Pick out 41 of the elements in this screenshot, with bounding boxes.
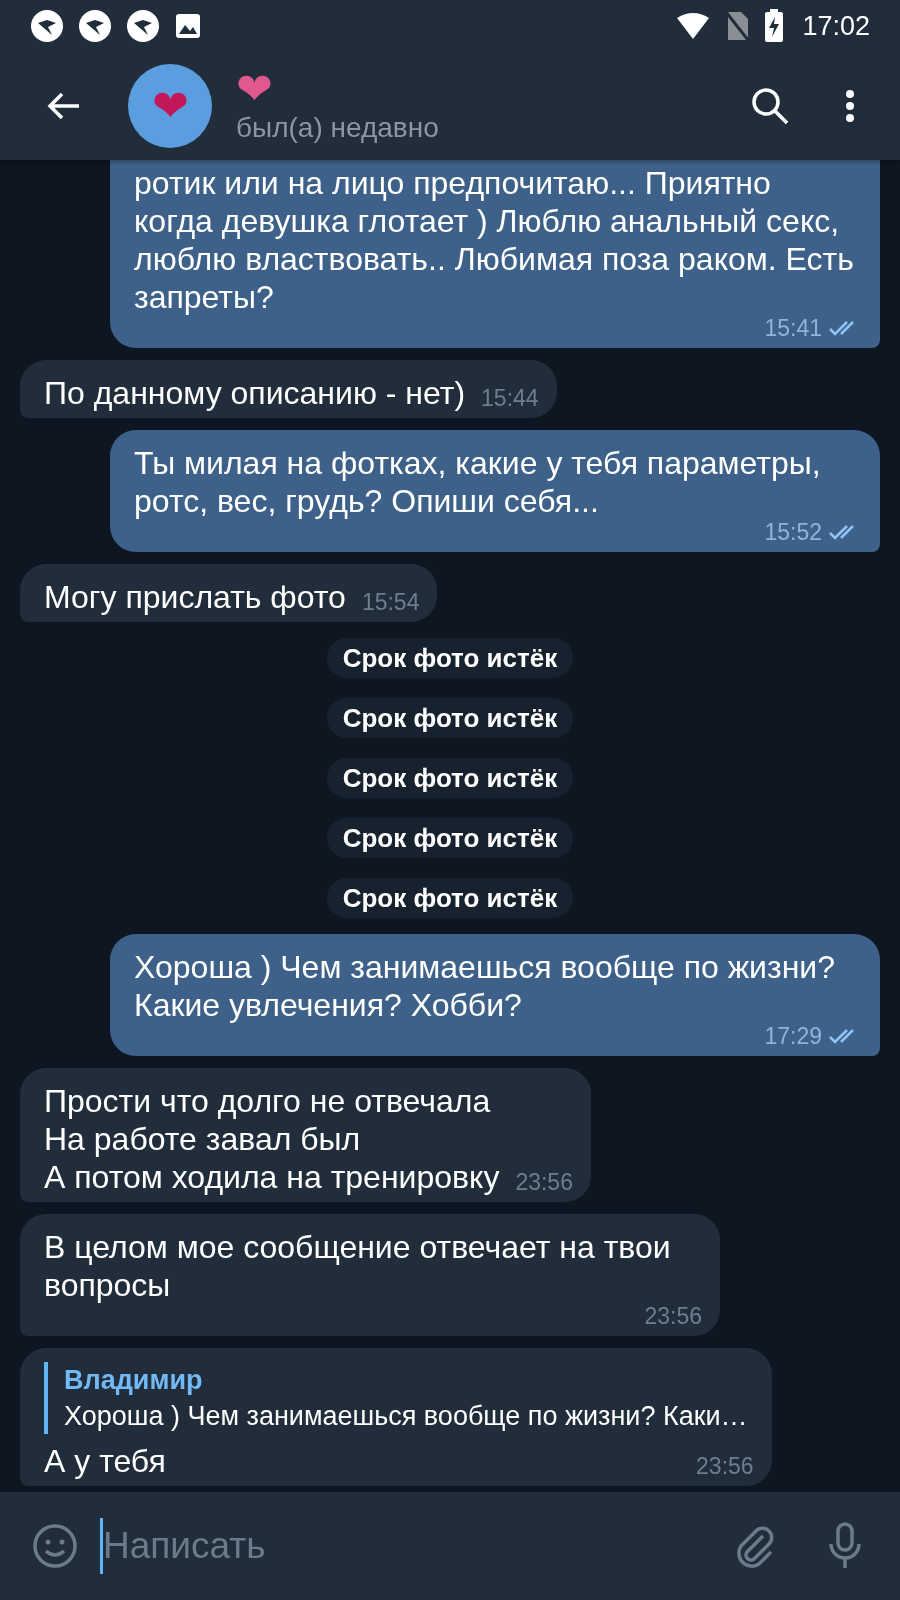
clock-time: 17:02 [802,9,870,43]
message-time: 15:44 [481,386,539,410]
app-icon [30,9,64,43]
wifi-icon [676,12,711,40]
service-message: Срок фото истёк [326,758,574,798]
reply-quote[interactable]: Владимир Хороша ) Чем занимаешься вообще по жизни? Каки… [44,1362,748,1434]
service-message: Срок фото истёк [326,818,574,858]
last-seen-status: был(а) недавно [236,111,440,145]
message-text: А у тебя [44,1442,166,1480]
microphone-icon [828,1522,862,1570]
message-composer[interactable]: Написать [0,1492,900,1600]
more-icon [845,89,855,123]
message-time: 23:56 [696,1454,754,1478]
message-time: 15:54 [361,590,420,614]
image-icon [174,12,202,40]
message-text: Прости что долго не отвечала На работе завал был А потом ходила на тренировку [44,1082,500,1196]
message-time: 15:52 [764,520,822,544]
app-icon [126,9,160,43]
message-text: Могу прислать фото [44,578,346,616]
message-text: Ты милая на фотках, какие у тебя параметры, ротс, вес, грудь? Опиши себя... [134,444,822,520]
message-time: 23:56 [515,1170,573,1194]
reply-author: Владимир [64,1364,204,1397]
message-time: 15:41 [764,316,822,340]
text-cursor [100,1518,103,1574]
battery-charging-icon [764,9,785,43]
message-text: В целом мое сообщение отвечает на твои вопросы [44,1228,672,1304]
smiley-icon [32,1523,78,1569]
message-text: ротик или на лицо предпочитаю... Приятно когда девушка глотает ) Люблю анальный секс, люблю властвовать.. Любимая поза раком. Есть запреты? [134,164,855,316]
quoted-text: Хороша ) Чем занимаешься вообще по жизни? Каки… [64,1400,748,1433]
search-icon [750,86,790,126]
service-message: Срок фото истёк [326,698,574,738]
back-arrow-icon [47,91,81,121]
service-message: Срок фото истёк [326,878,574,918]
message-time: 17:29 [764,1024,822,1048]
message-input[interactable]: Написать [103,1518,710,1574]
message-text: По данному описанию - нет) [44,374,466,412]
app-icon [78,9,112,43]
service-message: Срок фото истёк [326,638,574,678]
chat-title: ❤ [236,67,274,111]
message-time: 23:56 [644,1304,702,1328]
message-text: Хороша ) Чем занимаешься вообще по жизни? Какие увлечения? Хобби? [134,948,836,1024]
